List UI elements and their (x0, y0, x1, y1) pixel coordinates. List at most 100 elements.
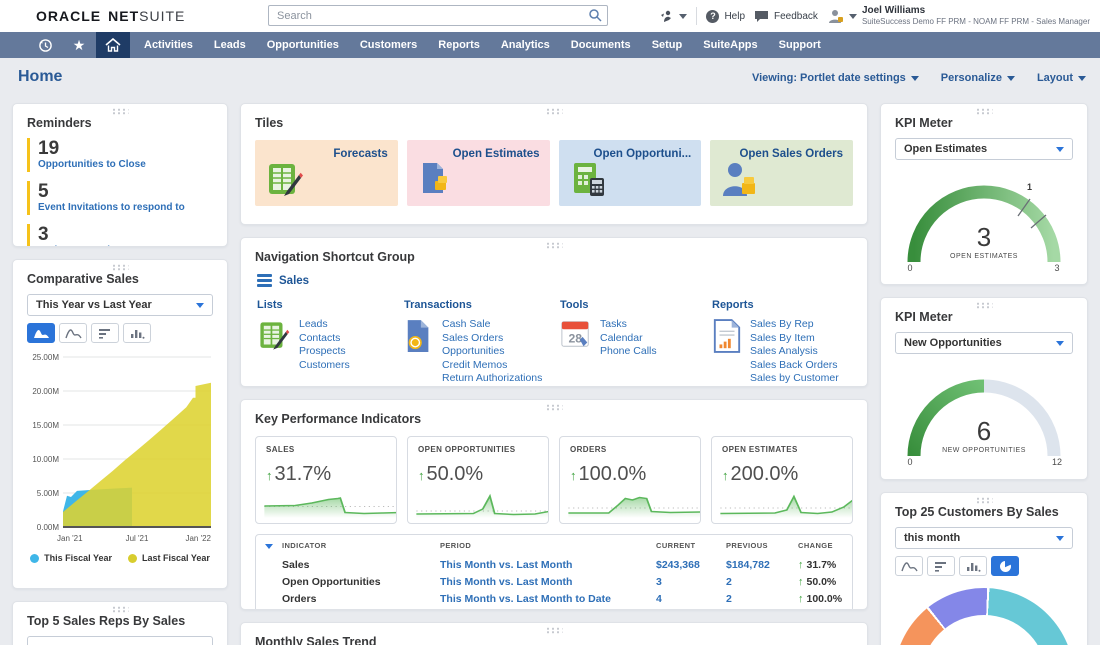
feedback-label: Feedback (774, 11, 818, 22)
drag-handle-icon[interactable] (112, 606, 129, 613)
roles-menu[interactable] (659, 9, 687, 24)
nav-item-support[interactable]: Support (779, 39, 821, 51)
drag-handle-icon[interactable] (112, 264, 129, 271)
reminder-label[interactable]: Tasks to complete (38, 245, 213, 247)
svg-text:12: 12 (1052, 457, 1062, 466)
top5-range-select[interactable] (27, 636, 213, 645)
shortcut-group-sales[interactable]: Sales (257, 274, 867, 287)
search-input[interactable] (268, 5, 608, 26)
nav-item-suiteapps[interactable]: SuiteApps (703, 39, 757, 51)
kpi-meter-select[interactable]: New Opportunities (895, 332, 1073, 354)
svg-text:Jul '21: Jul '21 (126, 534, 149, 543)
comparative-sales-range-select[interactable]: This Year vs Last Year (27, 294, 213, 316)
shortcut-link[interactable]: Sales by Customer (750, 372, 839, 386)
nav-item-opportunities[interactable]: Opportunities (267, 39, 339, 51)
kpi-card-open-estimates[interactable]: OPEN ESTIMATES 200.0% (711, 436, 853, 524)
shortcut-link[interactable]: Phone Calls (600, 345, 657, 359)
nav-item-activities[interactable]: Activities (144, 39, 193, 51)
bar-chart-button[interactable] (123, 323, 151, 343)
top25-range-select[interactable]: this month (895, 527, 1073, 549)
drag-handle-icon[interactable] (546, 404, 563, 411)
reminder-label[interactable]: Event Invitations to respond to (38, 202, 213, 213)
search-icon[interactable] (588, 8, 602, 22)
kpi-card-orders[interactable]: ORDERS 100.0% (559, 436, 701, 524)
chevron-down-icon (1056, 536, 1064, 545)
tile-forecasts[interactable]: Forecasts (255, 140, 398, 206)
shortcut-link[interactable]: Tasks (600, 318, 657, 332)
bar-chart-button[interactable] (959, 556, 987, 576)
shortcut-link[interactable]: Opportunities (442, 345, 542, 359)
shortcut-link[interactable]: Sales Analysis (750, 345, 839, 359)
shortcut-link[interactable]: Leads (299, 318, 350, 332)
user-menu[interactable]: Joel Williams SuiteSuccess Demo FF PRM -… (827, 5, 1090, 28)
kpi-row-sales[interactable]: Sales This Month vs. Last Month $243,368… (256, 556, 852, 573)
logo-net-text: NET (108, 8, 139, 24)
shortcut-link[interactable]: Calendar (600, 332, 657, 346)
shortcut-link[interactable]: Credit Memos (442, 359, 542, 373)
tile-open-sales-orders[interactable]: Open Sales Orders (710, 140, 853, 206)
legend-last-fiscal-year: Last Fiscal Year (128, 553, 210, 563)
reminder-tasks-to-complete[interactable]: 3 Tasks to complete (27, 224, 213, 247)
drag-handle-icon[interactable] (546, 108, 563, 115)
top5-sales-reps-portlet: Top 5 Sales Reps By Sales (12, 601, 228, 645)
tile-open-opportunities[interactable]: Open Opportuni... (559, 140, 702, 206)
reminder-label[interactable]: Opportunities to Close (38, 159, 213, 170)
kpi-card-sales[interactable]: SALES 31.7% (255, 436, 397, 524)
home-tab-icon[interactable] (96, 32, 130, 58)
reminder-event-invitations[interactable]: 5 Event Invitations to respond to (27, 181, 213, 215)
kpi-meter-select[interactable]: Open Estimates (895, 138, 1073, 160)
tile-open-estimates[interactable]: Open Estimates (407, 140, 550, 206)
pie-chart-button[interactable] (991, 556, 1019, 576)
line-chart-button[interactable] (59, 323, 87, 343)
chart-legend: This Fiscal Year Last Fiscal Year (13, 553, 227, 563)
top25-customers-donut-chart[interactable] (894, 588, 1074, 645)
kpi-table: INDICATOR PERIOD CURRENT PREVIOUS CHANGE… (255, 534, 853, 610)
kpi-row-orders[interactable]: Orders This Month vs. Last Month to Date… (256, 590, 852, 607)
shortcut-link[interactable]: Sales By Rep (750, 318, 839, 332)
shortcut-link[interactable]: Return Authorizations (442, 372, 542, 386)
recent-records-icon[interactable] (28, 32, 62, 58)
kpi-card-open-opportunities[interactable]: OPEN OPPORTUNITIES 50.0% (407, 436, 549, 524)
drag-handle-icon[interactable] (546, 242, 563, 249)
nav-item-setup[interactable]: Setup (652, 39, 683, 51)
user-name: Joel Williams (862, 5, 1090, 18)
help-button[interactable]: Help (706, 10, 745, 23)
summary-view-button[interactable] (91, 323, 119, 343)
drag-handle-icon[interactable] (976, 108, 993, 115)
line-chart-button[interactable] (895, 556, 923, 576)
shortcut-column-reports: Reports Sales By Rep Sales By Item Sales… (712, 299, 839, 386)
personalize-menu[interactable]: Personalize (941, 71, 1015, 85)
feedback-button[interactable]: Feedback (754, 10, 818, 23)
layout-menu[interactable]: Layout (1037, 71, 1086, 85)
kpi-row-open-opportunities[interactable]: Open Opportunities This Month vs. Last M… (256, 573, 852, 590)
area-chart-button[interactable] (27, 323, 55, 343)
nav-item-leads[interactable]: Leads (214, 39, 246, 51)
comparative-sales-chart[interactable]: 25.00M 20.00M 15.00M 10.00M 5.00M 0.00M … (27, 349, 215, 551)
divider (696, 7, 697, 25)
nav-item-analytics[interactable]: Analytics (501, 39, 550, 51)
shortcut-link[interactable]: Prospects (299, 345, 350, 359)
user-icon (827, 9, 844, 24)
expand-caret-icon[interactable] (265, 544, 273, 553)
shortcut-link[interactable]: Customers (299, 359, 350, 373)
drag-handle-icon[interactable] (112, 108, 129, 115)
nav-item-reports[interactable]: Reports (438, 39, 480, 51)
drag-handle-icon[interactable] (546, 627, 563, 634)
kpi-row-open-estimates[interactable]: Open Estimates This Month vs. Last Month… (256, 607, 852, 610)
nav-item-customers[interactable]: Customers (360, 39, 417, 51)
drag-handle-icon[interactable] (976, 302, 993, 309)
svg-text:1: 1 (1027, 182, 1032, 192)
reminder-opportunities-to-close[interactable]: 19 Opportunities to Close (27, 138, 213, 172)
viewing-portlet-date-settings[interactable]: Viewing: Portlet date settings (752, 71, 919, 85)
shortcut-link[interactable]: Sales Orders (442, 332, 542, 346)
shortcut-link[interactable]: Sales By Item (750, 332, 839, 346)
nav-item-documents[interactable]: Documents (571, 39, 631, 51)
shortcuts-star-icon[interactable] (62, 32, 96, 58)
svg-text:25.00M: 25.00M (32, 353, 59, 362)
summary-view-button[interactable] (927, 556, 955, 576)
shortcut-link[interactable]: Cash Sale (442, 318, 542, 332)
shortcut-link[interactable]: Contacts (299, 332, 350, 346)
shortcut-link[interactable]: Sales Back Orders (750, 359, 839, 373)
page-title: Home (18, 68, 62, 86)
drag-handle-icon[interactable] (976, 497, 993, 504)
